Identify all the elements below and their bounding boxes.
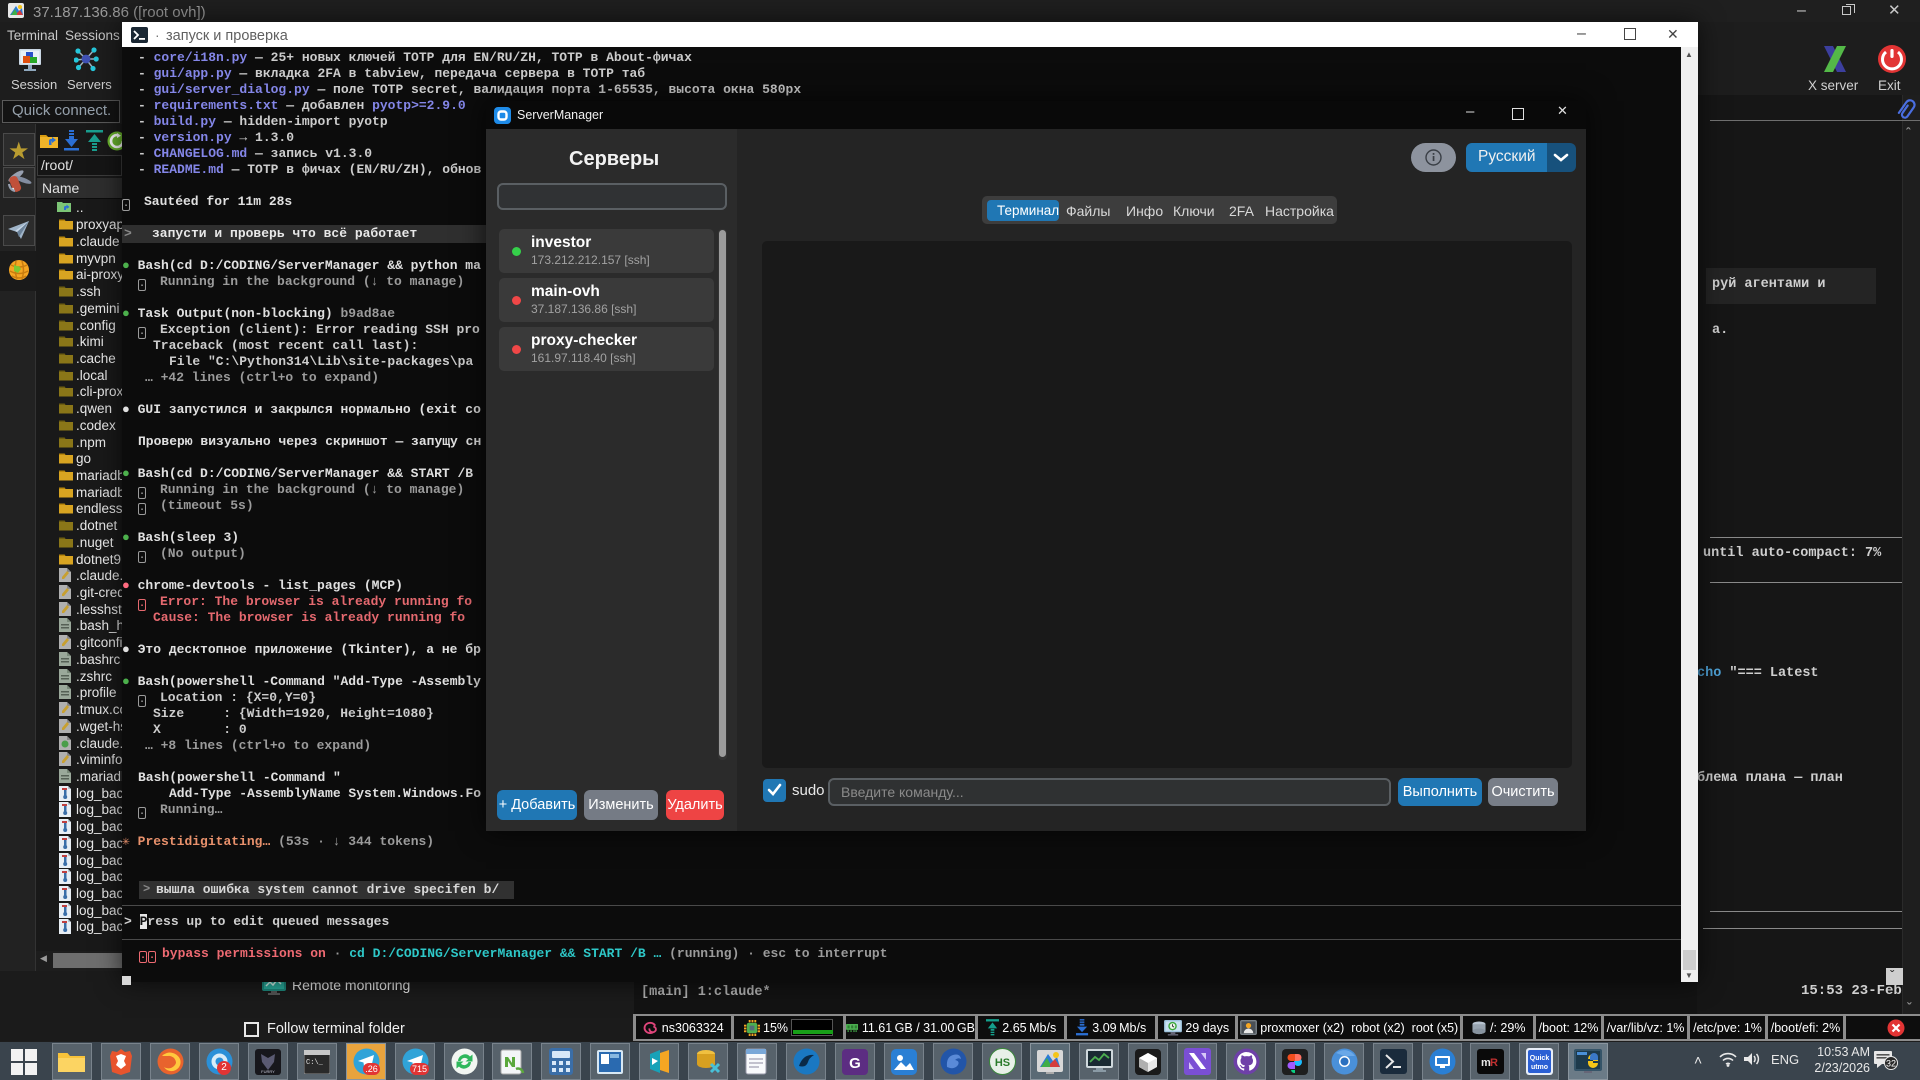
- svg-text:C:\_: C:\_: [306, 1059, 324, 1067]
- svg-text:HS: HS: [994, 1057, 1009, 1069]
- svg-text:FURRY: FURRY: [261, 1069, 275, 1074]
- svg-text:utmo: utmo: [1530, 1064, 1547, 1071]
- svg-text:Quick: Quick: [1529, 1055, 1549, 1062]
- svg-text:R: R: [1490, 1057, 1498, 1069]
- svg-text:32: 32: [1886, 1059, 1896, 1069]
- svg-text:G: G: [849, 1055, 861, 1072]
